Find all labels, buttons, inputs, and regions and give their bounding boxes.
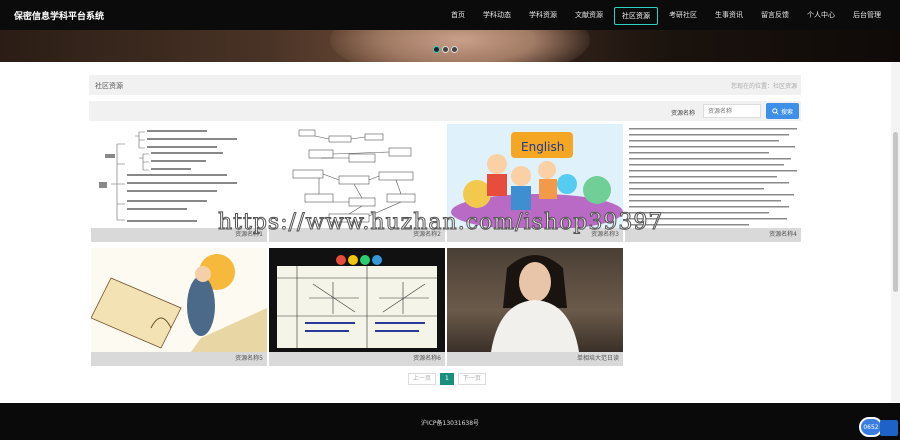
footer: 沪ICP备13031638号 [0,403,900,440]
page-number-button[interactable]: 1 [440,373,454,385]
resource-card[interactable]: 资源名称6 [269,248,445,366]
search-input[interactable] [703,104,761,118]
nav-feedback[interactable]: 留言反馈 [754,7,796,25]
resource-thumbnail: ? [91,248,267,352]
search-button-label: 搜索 [780,109,793,116]
nav-literature[interactable]: 文献资源 [568,7,610,25]
hero-banner [0,30,900,62]
nav-subject-news[interactable]: 学科动态 [476,7,518,25]
nav-exam-community[interactable]: 考研社区 [662,7,704,25]
top-navbar: 保密信息学科平台系统 首页 学科动态 学科资源 文献资源 社区资源 考研社区 生… [0,0,900,30]
banner-photo [330,30,590,62]
scrollbar-thumb[interactable] [893,132,898,292]
search-button[interactable]: 搜索 [766,103,799,119]
nav-menu: 首页 学科动态 学科资源 文献资源 社区资源 考研社区 生事资讯 留言反馈 个人… [440,7,888,25]
icp-record: 沪ICP备13031638号 [420,420,480,427]
resource-grid: 资源名称1 资源名称2 English 资源名称3 资源名称4 ? 资源名称5 … [91,124,803,366]
carousel-dot[interactable] [433,46,440,53]
search-icon [772,107,779,115]
next-page-button[interactable]: 下一页 [457,373,486,385]
nav-community-resources[interactable]: 社区资源 [614,7,658,25]
nav-admin[interactable]: 后台管理 [846,7,888,25]
resource-card[interactable]: 单相培大范日读 [447,248,623,366]
section-header: 社区资源 您现在的位置：社区资源 [89,75,801,95]
carousel-indicators [433,46,458,53]
nav-home[interactable]: 首页 [444,7,472,25]
resource-thumbnail [269,248,445,352]
nav-news[interactable]: 生事资讯 [708,7,750,25]
nav-subject-resources[interactable]: 学科资源 [522,7,564,25]
breadcrumb: 您现在的位置：社区资源 [730,83,797,90]
resource-caption: 资源名称5 [91,352,267,366]
carousel-dot[interactable] [442,46,449,53]
prev-page-button[interactable]: 上一页 [408,373,437,385]
svg-text:English: English [521,140,564,154]
scrollbar[interactable] [891,62,900,402]
watermark-text: https://www.huzhan.com/ishop39397 [217,210,664,236]
search-label: 资源名称 [671,110,696,117]
pagination: 上一页 1 下一页 [408,373,486,385]
search-bar: 资源名称 搜索 [89,101,801,121]
floating-side-button[interactable] [880,420,898,436]
nav-profile[interactable]: 个人中心 [800,7,842,25]
resource-caption: 资源名称6 [269,352,445,366]
section-title: 社区资源 [95,82,123,90]
carousel-dot[interactable] [451,46,458,53]
svg-text:?: ? [235,265,241,279]
resource-thumbnail [447,248,623,352]
resource-card[interactable]: ? 资源名称5 [91,248,267,366]
resource-caption: 单相培大范日读 [447,352,623,366]
app-title: 保密信息学科平台系统 [14,12,105,22]
